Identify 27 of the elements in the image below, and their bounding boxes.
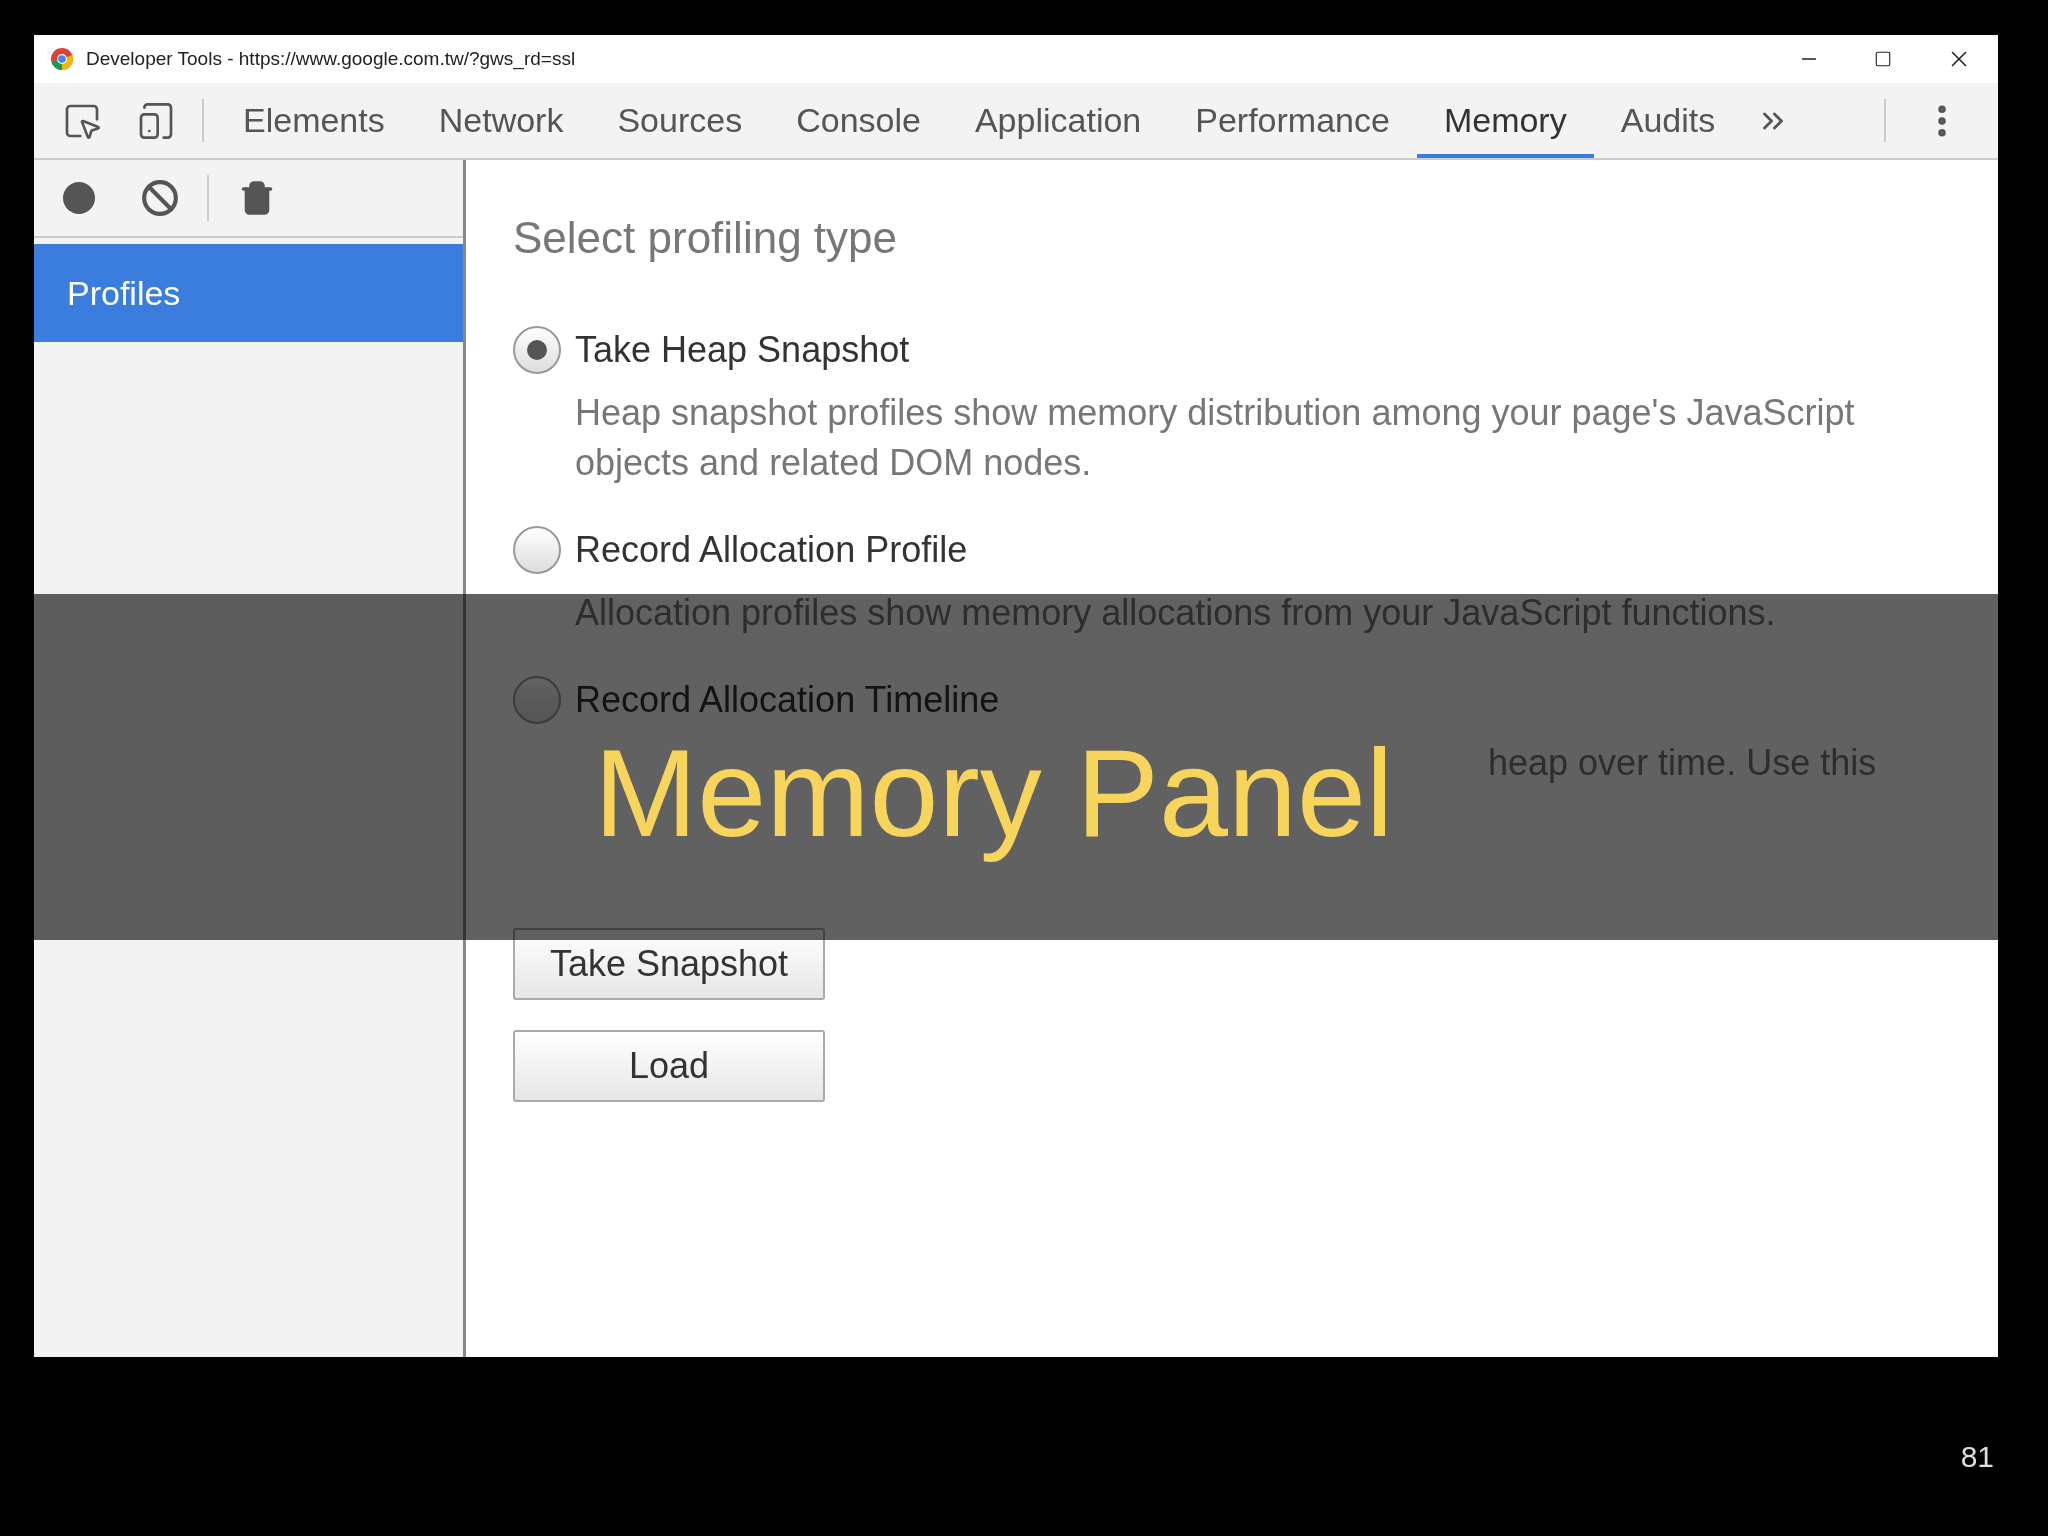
action-button[interactable]: Load bbox=[513, 1030, 825, 1102]
panel-tab[interactable]: Memory bbox=[1416, 83, 1594, 158]
radio-button[interactable] bbox=[513, 326, 561, 374]
window-title: Developer Tools - https://www.google.com.tw/?gws_rd=ssl bbox=[86, 46, 576, 72]
panel-tab[interactable]: Network bbox=[411, 83, 591, 158]
panel-tab[interactable]: Console bbox=[769, 83, 948, 158]
radio-label: Record Allocation Timeline bbox=[575, 678, 1000, 722]
section-heading: Select profiling type bbox=[513, 212, 898, 264]
radio-button[interactable] bbox=[513, 676, 561, 724]
clear-icon[interactable] bbox=[141, 179, 179, 217]
record-icon[interactable] bbox=[62, 181, 96, 215]
slide-title: Memory Panel bbox=[594, 731, 1394, 864]
panel-tab[interactable]: Audits bbox=[1593, 83, 1743, 158]
browser-logo-icon bbox=[50, 47, 74, 71]
radio-label: Record Allocation Profile bbox=[575, 528, 968, 572]
option-description: Heap snapshot profiles show memory distribution among your page's JavaScript objects and related DOM nodes. bbox=[575, 391, 1856, 485]
panel-tab[interactable]: Sources bbox=[590, 83, 770, 158]
action-button[interactable]: Take Snapshot bbox=[513, 928, 825, 1000]
maximize-icon[interactable] bbox=[1874, 50, 1892, 68]
radio-button[interactable] bbox=[513, 526, 561, 574]
panel-tab[interactable]: Application bbox=[947, 83, 1169, 158]
radio-label: Take Heap Snapshot bbox=[575, 328, 910, 372]
panel-tab[interactable]: Performance bbox=[1168, 83, 1417, 158]
trash-icon[interactable] bbox=[239, 179, 275, 217]
page-number: 81 bbox=[1960, 1439, 1994, 1475]
panel-tab[interactable]: Elements bbox=[216, 83, 412, 158]
sidebar-item[interactable]: Profiles bbox=[34, 244, 463, 342]
